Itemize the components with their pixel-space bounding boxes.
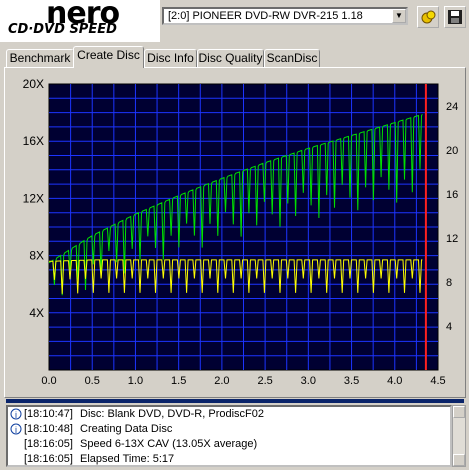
save-button[interactable]	[444, 6, 466, 28]
info-icon: i	[10, 423, 22, 435]
log-message: Creating Data Disc	[80, 423, 173, 435]
log-row: [18:16:05] Elapsed Time: 5:17	[8, 452, 450, 465]
run-icon	[421, 10, 436, 24]
log-list: i [18:10:47] Disc: Blank DVD, DVD-R, Prodi…	[6, 405, 452, 467]
tab-disc-quality[interactable]: Disc Quality	[197, 49, 264, 67]
create-disc-panel: 0.0 0.5 1.0 1.5 2.0 2.5 3.0 3.5 4.0 4.5 4X 8X 12X 16X…	[4, 67, 466, 398]
x-tick-label: 4.0	[387, 375, 402, 387]
y-right-tick-label: 4	[446, 321, 452, 333]
y-left-tick-label: 4X	[29, 306, 44, 320]
scroll-up-button[interactable]	[453, 406, 465, 418]
blank-icon	[10, 438, 22, 450]
log-timestamp: [18:16:05]	[24, 453, 73, 465]
y-left-tick-label: 16X	[23, 134, 44, 148]
drive-select-value: [2:0] PIONEER DVD-RW DVR-215 1.18	[168, 10, 363, 22]
x-tick-label: 2.5	[257, 375, 272, 387]
x-tick-label: 2.0	[214, 375, 229, 387]
svg-text:i: i	[15, 410, 17, 420]
x-tick-label: 3.5	[344, 375, 359, 387]
log-timestamp: [18:10:48]	[24, 423, 73, 435]
speed-chart: 0.0 0.5 1.0 1.5 2.0 2.5 3.0 3.5 4.0 4.5 4X 8X 12X 16X…	[23, 77, 459, 387]
y-right-tick-label: 20	[446, 145, 458, 157]
log-scrollbar[interactable]	[452, 405, 466, 467]
blank-icon	[10, 453, 22, 465]
x-tick-label: 0.5	[85, 375, 100, 387]
y-right-tick-label: 8	[446, 277, 452, 289]
chevron-down-icon[interactable]: ▼	[392, 9, 406, 23]
x-tick-label: 1.5	[171, 375, 186, 387]
splitter[interactable]	[6, 398, 464, 404]
floppy-icon	[448, 10, 462, 24]
nero-logo: nero CD·DVD SPEED	[0, 0, 160, 42]
logo-product: CD·DVD SPEED	[8, 22, 117, 37]
x-tick-label: 3.0	[301, 375, 316, 387]
info-icon: i	[10, 408, 22, 420]
tab-benchmark[interactable]: Benchmark	[6, 49, 74, 67]
log-row: [18:16:05] Speed 6-13X CAV (13.05X averag…	[8, 437, 450, 452]
start-button[interactable]	[417, 6, 439, 28]
y-right-tick-label: 12	[446, 233, 458, 245]
y-right-tick-label: 16	[446, 189, 458, 201]
svg-text:i: i	[15, 425, 17, 435]
y-left-tick-label: 20X	[23, 77, 44, 91]
log-timestamp: [18:10:47]	[24, 408, 73, 420]
x-tick-label: 1.0	[128, 375, 143, 387]
log-row: i [18:10:48] Creating Data Disc	[8, 422, 450, 437]
drive-select[interactable]: [2:0] PIONEER DVD-RW DVR-215 1.18 ▼	[162, 7, 408, 25]
x-tick-label: 4.5	[430, 375, 445, 387]
tab-scandisc[interactable]: ScanDisc	[264, 49, 320, 67]
y-left-tick-label: 12X	[23, 191, 44, 205]
log-message: Disc: Blank DVD, DVD-R, ProdiscF02	[80, 408, 264, 420]
x-tick-label: 0.0	[41, 375, 56, 387]
log-message: Elapsed Time: 5:17	[80, 453, 175, 465]
y-right-tick-label: 24	[446, 101, 458, 113]
scroll-down-button[interactable]	[453, 454, 465, 466]
tab-create-disc[interactable]: Create Disc	[73, 46, 144, 68]
log-message: Speed 6-13X CAV (13.05X average)	[80, 438, 258, 450]
log-row: i [18:10:47] Disc: Blank DVD, DVD-R, Prodi…	[8, 407, 450, 422]
log-timestamp: [18:16:05]	[24, 438, 73, 450]
y-left-tick-label: 8X	[29, 249, 44, 263]
tab-disc-info[interactable]: Disc Info	[144, 49, 197, 67]
